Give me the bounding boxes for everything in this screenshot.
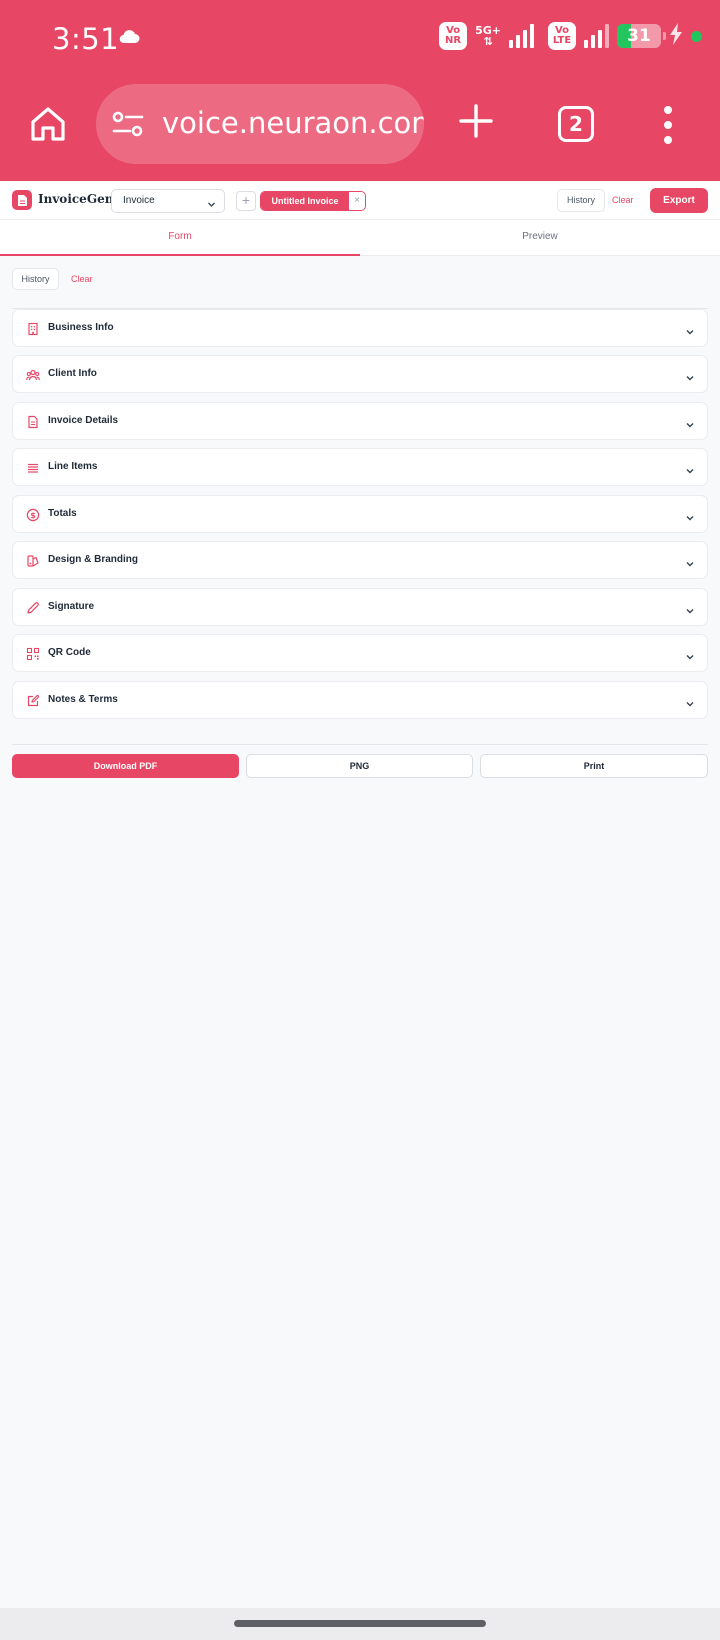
status-indicators: Vo NR 5G+ ⇅ Vo LTE 31	[439, 22, 702, 50]
chevron-down-icon	[685, 463, 695, 481]
section-business-info[interactable]: Business Info	[12, 309, 708, 347]
address-bar[interactable]: voice.neuraon.com	[96, 84, 424, 164]
chevron-down-icon	[685, 696, 695, 714]
browser-chrome: 3:51 Vo NR 5G+ ⇅ Vo LTE 31 voice.neuraon…	[0, 0, 720, 181]
document-tab-label[interactable]: Untitled Invoice	[261, 192, 349, 210]
section-design-branding[interactable]: Design & Branding	[12, 541, 708, 579]
section-signature[interactable]: Signature	[12, 588, 708, 626]
section-line-items[interactable]: Line Items	[12, 448, 708, 486]
section-title: Invoice Details	[48, 415, 119, 426]
signal-1-icon	[509, 24, 534, 48]
document-type-select[interactable]: Invoice	[111, 189, 225, 213]
edit-icon	[26, 694, 40, 708]
battery-icon: 31	[617, 24, 666, 48]
chevron-down-icon	[685, 417, 695, 435]
data-arrows-icon: ⇅	[483, 35, 493, 48]
chevron-down-icon	[685, 556, 695, 574]
section-title: Client Info	[48, 368, 97, 379]
pen-icon	[26, 601, 40, 615]
form-clear-button[interactable]: Clear	[71, 268, 93, 290]
section-invoice-details[interactable]: Invoice Details	[12, 402, 708, 440]
url-text[interactable]: voice.neuraon.com	[162, 106, 424, 140]
gesture-handle[interactable]	[234, 1620, 486, 1627]
chevron-down-icon	[685, 603, 695, 621]
tab-switcher-button[interactable]: 2	[558, 106, 594, 142]
download-pdf-button[interactable]: Download PDF	[12, 754, 239, 778]
volte-badge: Vo LTE	[548, 22, 576, 50]
add-document-tab-button[interactable]: +	[236, 191, 256, 211]
logo-icon	[12, 190, 32, 210]
list-icon	[26, 461, 40, 475]
form-actions: History Clear	[0, 256, 720, 309]
png-button[interactable]: PNG	[246, 754, 473, 778]
app-header: InvoiceGen Invoice + Untitled Invoice × …	[0, 182, 720, 220]
section-title: Signature	[48, 601, 95, 612]
more-menu-icon[interactable]	[664, 106, 672, 144]
site-settings-icon[interactable]	[112, 110, 144, 143]
section-title: Totals	[48, 508, 77, 519]
document-tab[interactable]: Untitled Invoice ×	[260, 191, 366, 211]
tab-preview[interactable]: Preview	[360, 220, 720, 256]
palette-icon	[26, 554, 40, 568]
tab-count: 2	[569, 112, 583, 136]
qr-code-icon	[26, 647, 40, 661]
users-icon	[26, 368, 40, 382]
brand-name: InvoiceGen	[38, 192, 114, 206]
section-title: QR Code	[48, 647, 91, 658]
history-button[interactable]: History	[557, 189, 605, 212]
chevron-down-icon	[685, 510, 695, 528]
divider	[12, 744, 708, 745]
svg-text:$: $	[30, 511, 36, 520]
close-tab-button[interactable]: ×	[349, 192, 365, 210]
section-title: Business Info	[48, 322, 114, 333]
export-actions: Download PDF PNG Print	[12, 754, 708, 778]
vonr-badge: Vo NR	[439, 22, 468, 50]
section-title: Line Items	[48, 461, 98, 472]
chevron-down-icon	[685, 324, 695, 342]
section-title: Notes & Terms	[48, 694, 118, 705]
privacy-indicator-dot	[691, 30, 702, 42]
home-icon[interactable]	[28, 104, 68, 149]
new-tab-icon[interactable]	[459, 104, 493, 143]
signal-2-icon	[584, 24, 609, 48]
section-title: Design & Branding	[48, 554, 139, 565]
dollar-circle-icon: $	[26, 508, 40, 522]
cloud-icon	[118, 28, 140, 49]
export-button[interactable]: Export	[650, 188, 708, 213]
document-type-value: Invoice	[123, 195, 155, 206]
section-notes-terms[interactable]: Notes & Terms	[12, 681, 708, 719]
chevron-down-icon	[685, 370, 695, 388]
browser-toolbar: voice.neuraon.com 2	[0, 80, 720, 170]
section-qr-code[interactable]: QR Code	[12, 634, 708, 672]
chevron-down-icon	[685, 649, 695, 667]
network-type: 5G+ ⇅	[475, 24, 501, 48]
section-totals[interactable]: $ Totals	[12, 495, 708, 533]
building-icon	[26, 322, 40, 336]
section-client-info[interactable]: Client Info	[12, 355, 708, 393]
tab-form[interactable]: Form	[0, 220, 360, 256]
status-time: 3:51	[52, 22, 120, 56]
app: InvoiceGen Invoice + Untitled Invoice × …	[0, 182, 720, 778]
form-history-button[interactable]: History	[12, 268, 59, 290]
file-text-icon	[26, 415, 40, 429]
battery-level: 31	[627, 26, 651, 46]
status-bar: 3:51 Vo NR 5G+ ⇅ Vo LTE 31	[0, 0, 720, 80]
print-button[interactable]: Print	[480, 754, 708, 778]
chevron-down-icon	[207, 196, 216, 218]
view-tabs: Form Preview	[0, 220, 720, 256]
bolt-icon	[669, 22, 683, 50]
clear-button[interactable]: Clear	[612, 189, 634, 212]
